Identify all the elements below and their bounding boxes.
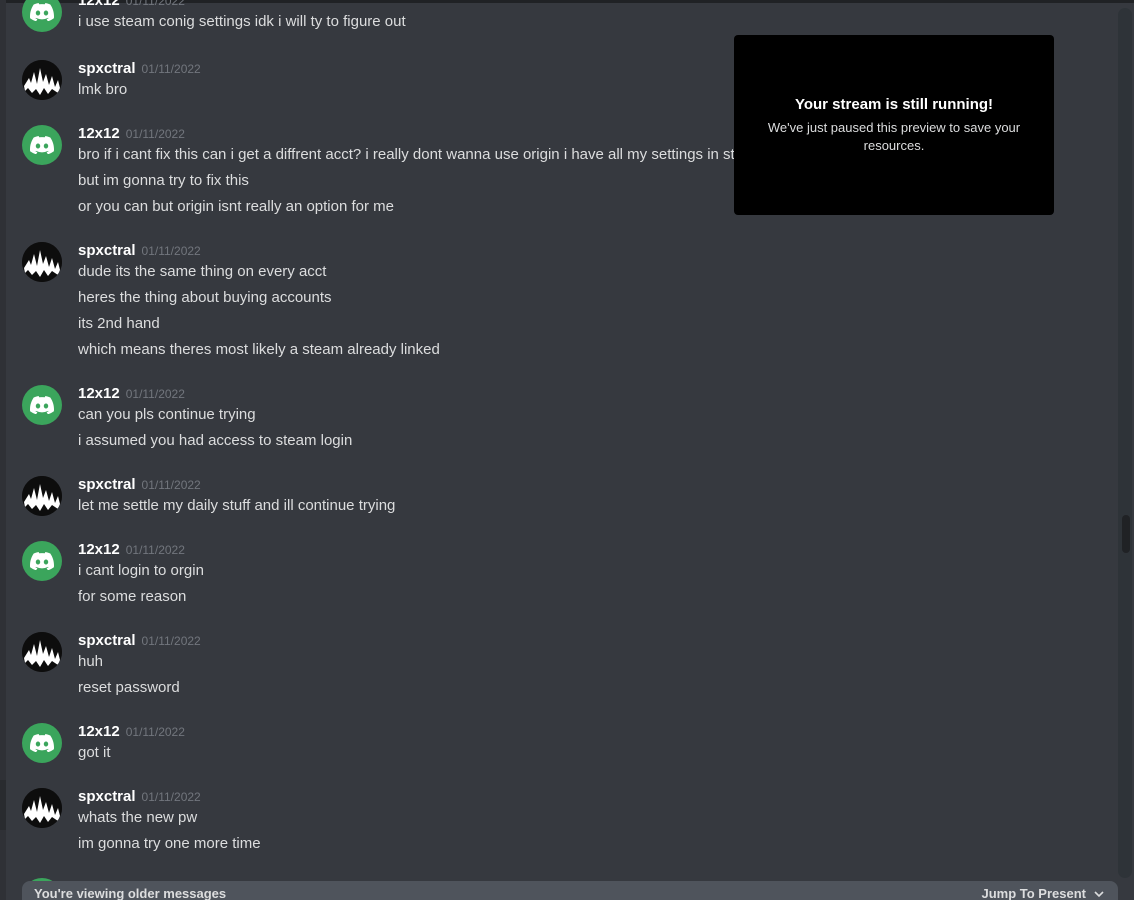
message-header: 12x12 01/11/2022: [78, 720, 185, 742]
username[interactable]: 12x12: [78, 0, 120, 9]
older-messages-bar: You're viewing older messages Jump To Pr…: [22, 881, 1118, 900]
message-text: which means theres most likely a steam a…: [78, 341, 440, 358]
chat-window: 12x12 01/11/2022 i use steam conig setting…: [0, 0, 1134, 900]
username[interactable]: spxctral: [78, 788, 136, 805]
stream-preview-overlay[interactable]: Your stream is still running! We've just…: [734, 35, 1054, 215]
username[interactable]: 12x12: [78, 723, 120, 740]
message-text: i assumed you had access to steam login: [78, 432, 353, 449]
timestamp: 01/11/2022: [141, 62, 201, 76]
message-text: dude its the same thing on every acct: [78, 263, 327, 280]
discord-logo-icon[interactable]: [22, 723, 62, 763]
message-text: heres the thing about buying accounts: [78, 289, 332, 306]
chevron-down-icon: [1094, 885, 1104, 900]
message-text: reset password: [78, 679, 180, 696]
message-text: but im gonna try to fix this: [78, 172, 249, 189]
waveform-avatar-icon[interactable]: [22, 788, 62, 828]
timestamp: 01/11/2022: [125, 543, 185, 557]
timestamp: 01/11/2022: [125, 0, 185, 8]
timestamp: 01/11/2022: [125, 725, 185, 739]
username[interactable]: spxctral: [78, 242, 136, 259]
stream-overlay-body: We've just paused this preview to save y…: [767, 120, 1021, 153]
waveform-avatar-icon[interactable]: [22, 476, 62, 516]
message-header: spxctral 01/11/2022: [78, 473, 201, 495]
timestamp: 01/11/2022: [125, 127, 185, 141]
discord-logo-icon[interactable]: [22, 385, 62, 425]
waveform-avatar-icon[interactable]: [22, 632, 62, 672]
username[interactable]: spxctral: [78, 476, 136, 493]
message-text: or you can but origin isnt really an opt…: [78, 198, 395, 215]
timestamp: 01/11/2022: [125, 387, 185, 401]
message-text: for some reason: [78, 588, 187, 605]
discord-logo-icon[interactable]: [22, 0, 62, 32]
scrollbar-track[interactable]: [1118, 8, 1132, 878]
message-header: spxctral 01/11/2022: [78, 785, 201, 807]
message-text: huh: [78, 653, 104, 670]
scrollbar-thumb[interactable]: [1122, 515, 1130, 553]
message-text: im gonna try one more time: [78, 835, 261, 852]
message-text: got it: [78, 744, 111, 761]
timestamp: 01/11/2022: [141, 478, 201, 492]
message-header: 12x12 01/11/2022: [78, 122, 185, 144]
message-header: spxctral 01/11/2022: [78, 57, 201, 79]
jump-to-present-button[interactable]: Jump To Present: [981, 885, 1104, 900]
message-text: i cant login to orgin: [78, 562, 204, 579]
username[interactable]: spxctral: [78, 632, 136, 649]
message-text: let me settle my daily stuff and ill con…: [78, 497, 396, 514]
username[interactable]: 12x12: [78, 125, 120, 142]
timestamp: 01/11/2022: [141, 634, 201, 648]
message-text: whats the new pw: [78, 809, 198, 826]
discord-logo-icon[interactable]: [22, 541, 62, 581]
message-header: 12x12 01/11/2022: [78, 0, 185, 11]
username[interactable]: 12x12: [78, 541, 120, 558]
username[interactable]: spxctral: [78, 60, 136, 77]
jump-to-present-label: Jump To Present: [981, 886, 1086, 900]
waveform-avatar-icon[interactable]: [22, 242, 62, 282]
message-header: 12x12 01/11/2022: [78, 538, 185, 560]
discord-logo-icon[interactable]: [22, 125, 62, 165]
timestamp: 01/11/2022: [141, 244, 201, 258]
message-header: 12x12 01/11/2022: [78, 382, 185, 404]
username[interactable]: 12x12: [78, 385, 120, 402]
waveform-avatar-icon[interactable]: [22, 60, 62, 100]
message-text: bro if i cant fix this can i get a diffr…: [78, 146, 735, 163]
message-text: lmk bro: [78, 81, 128, 98]
message-header: spxctral 01/11/2022: [78, 629, 201, 651]
stream-overlay-title: Your stream is still running!: [794, 96, 994, 113]
older-messages-text: You're viewing older messages: [34, 886, 227, 900]
message-header: spxctral 01/11/2022: [78, 239, 201, 261]
message-text: i use steam conig settings idk i will ty…: [78, 13, 406, 30]
message-text: can you pls continue trying: [78, 406, 256, 423]
message-text: its 2nd hand: [78, 315, 160, 332]
timestamp: 01/11/2022: [141, 790, 201, 804]
